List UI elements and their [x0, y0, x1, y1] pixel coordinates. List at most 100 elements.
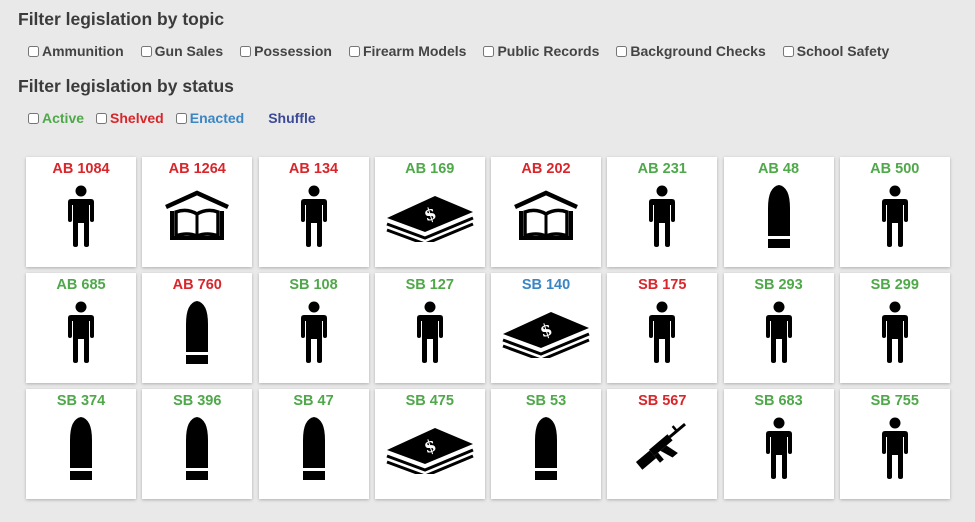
bill-card[interactable]: AB 760: [142, 273, 253, 383]
bill-card[interactable]: AB 134: [258, 157, 369, 267]
person-icon: [880, 177, 910, 267]
bill-card[interactable]: SB 396: [142, 389, 253, 499]
bill-card[interactable]: SB 127: [374, 273, 485, 383]
bullet-icon: [534, 409, 558, 499]
money-icon: $: [385, 409, 475, 499]
topic-filter-label: Ammunition: [42, 43, 124, 59]
topic-checkbox[interactable]: [616, 45, 628, 57]
topic-checkbox[interactable]: [240, 45, 252, 57]
person-icon: [880, 409, 910, 499]
topic-checkbox[interactable]: [28, 45, 39, 57]
bill-card[interactable]: SB 53: [491, 389, 601, 499]
school-icon: [163, 177, 231, 267]
bill-card[interactable]: AB 500: [839, 157, 950, 267]
money-icon: $: [501, 293, 591, 383]
bill-label: AB 1084: [52, 161, 110, 177]
bill-card[interactable]: AB 1084: [26, 157, 136, 267]
topic-filter-school-safety[interactable]: School Safety: [782, 43, 890, 59]
topic-checkbox[interactable]: [348, 45, 360, 57]
topic-filter-background-checks[interactable]: Background Checks: [616, 43, 766, 59]
bill-label: SB 567: [638, 393, 687, 409]
school-icon: [512, 177, 580, 267]
bill-label: AB 1264: [168, 161, 226, 177]
bill-label: SB 140: [521, 277, 571, 293]
person-icon: [880, 293, 910, 383]
bill-card[interactable]: SB 755: [839, 389, 950, 499]
status-filter-label: Shelved: [110, 110, 164, 126]
bill-card[interactable]: AB 231: [607, 157, 718, 267]
bill-card[interactable]: AB 685: [26, 273, 136, 383]
bill-label: SB 175: [638, 277, 687, 293]
bill-card[interactable]: SB 567: [607, 389, 718, 499]
status-filter-label: Enacted: [189, 110, 245, 126]
status-checkbox[interactable]: [175, 112, 187, 124]
bill-label: SB 293: [754, 277, 803, 293]
person-icon: [647, 293, 677, 383]
topic-checkbox[interactable]: [782, 45, 794, 57]
status-checkbox[interactable]: [28, 112, 39, 124]
bill-card[interactable]: SB 47: [258, 389, 369, 499]
bill-label: AB 169: [405, 161, 455, 177]
bill-card[interactable]: SB 175: [607, 273, 718, 383]
bill-label: SB 374: [56, 393, 106, 409]
topic-filter-firearm-models[interactable]: Firearm Models: [348, 43, 467, 59]
person-icon: [764, 409, 794, 499]
bill-label: SB 53: [525, 393, 567, 409]
bill-card[interactable]: SB 683: [723, 389, 834, 499]
bullet-icon: [302, 409, 326, 499]
status-filter-list: Active Shelved Enacted Shuffle: [28, 110, 316, 126]
bill-card[interactable]: SB 108: [258, 273, 369, 383]
person-icon: [66, 293, 96, 383]
bill-label: AB 500: [870, 161, 920, 177]
bill-card[interactable]: SB 293: [723, 273, 834, 383]
bill-label: AB 48: [757, 161, 800, 177]
bill-card[interactable]: AB 202: [491, 157, 601, 267]
status-filter-label: Active: [42, 110, 85, 126]
shuffle-link[interactable]: Shuffle: [268, 110, 315, 126]
bill-label: SB 755: [870, 393, 919, 409]
topic-filter-list: Ammunition Gun Sales Possession Firearm Mod…: [28, 43, 906, 59]
topic-filter-ammunition[interactable]: Ammunition: [28, 43, 124, 59]
bill-label: SB 127: [405, 277, 454, 293]
status-checkbox[interactable]: [96, 112, 108, 124]
bullet-icon: [185, 409, 209, 499]
topic-filter-label: Possession: [254, 43, 332, 59]
topic-filter-possession[interactable]: Possession: [240, 43, 332, 59]
topic-filter-public-records[interactable]: Public Records: [483, 43, 599, 59]
topic-filter-heading: Filter legislation by topic: [18, 9, 225, 29]
bill-card[interactable]: SB 299: [839, 273, 950, 383]
status-filter-shelved[interactable]: Shelved: [96, 110, 164, 126]
bill-label: AB 231: [637, 161, 687, 177]
bill-card[interactable]: AB 48: [723, 157, 834, 267]
topic-filter-label: Public Records: [497, 43, 600, 59]
bill-card[interactable]: SB 140 $: [491, 273, 601, 383]
bill-label: SB 108: [289, 277, 338, 293]
bill-card[interactable]: AB 1264: [142, 157, 253, 267]
person-icon: [647, 177, 677, 267]
topic-checkbox[interactable]: [140, 45, 152, 57]
person-icon: [299, 177, 329, 267]
bill-card[interactable]: SB 475 $: [374, 389, 485, 499]
rifle-icon: [631, 409, 693, 499]
topic-filter-label: Firearm Models: [362, 43, 467, 59]
bill-card[interactable]: AB 169 $: [374, 157, 485, 267]
person-icon: [66, 177, 96, 267]
bill-label: AB 685: [56, 277, 106, 293]
status-filter-active[interactable]: Active: [28, 110, 84, 126]
legislation-grid: AB 1084 AB 1264 AB 134 AB 169 $ AB 202 AB 231 A…: [26, 157, 950, 499]
topic-filter-label: Gun Sales: [154, 43, 224, 59]
bill-label: SB 396: [173, 393, 222, 409]
bill-label: AB 202: [521, 161, 571, 177]
bill-card[interactable]: SB 374: [26, 389, 136, 499]
topic-filter-gun-sales[interactable]: Gun Sales: [140, 43, 224, 59]
bill-label: SB 475: [405, 393, 454, 409]
topic-filter-label: School Safety: [796, 43, 890, 59]
person-icon: [764, 293, 794, 383]
bill-label: SB 299: [870, 277, 919, 293]
topic-filter-label: Background Checks: [630, 43, 766, 59]
bill-label: AB 134: [288, 161, 339, 177]
status-filter-enacted[interactable]: Enacted: [175, 110, 245, 126]
person-icon: [415, 293, 445, 383]
topic-checkbox[interactable]: [483, 45, 495, 57]
bill-label: SB 683: [754, 393, 803, 409]
